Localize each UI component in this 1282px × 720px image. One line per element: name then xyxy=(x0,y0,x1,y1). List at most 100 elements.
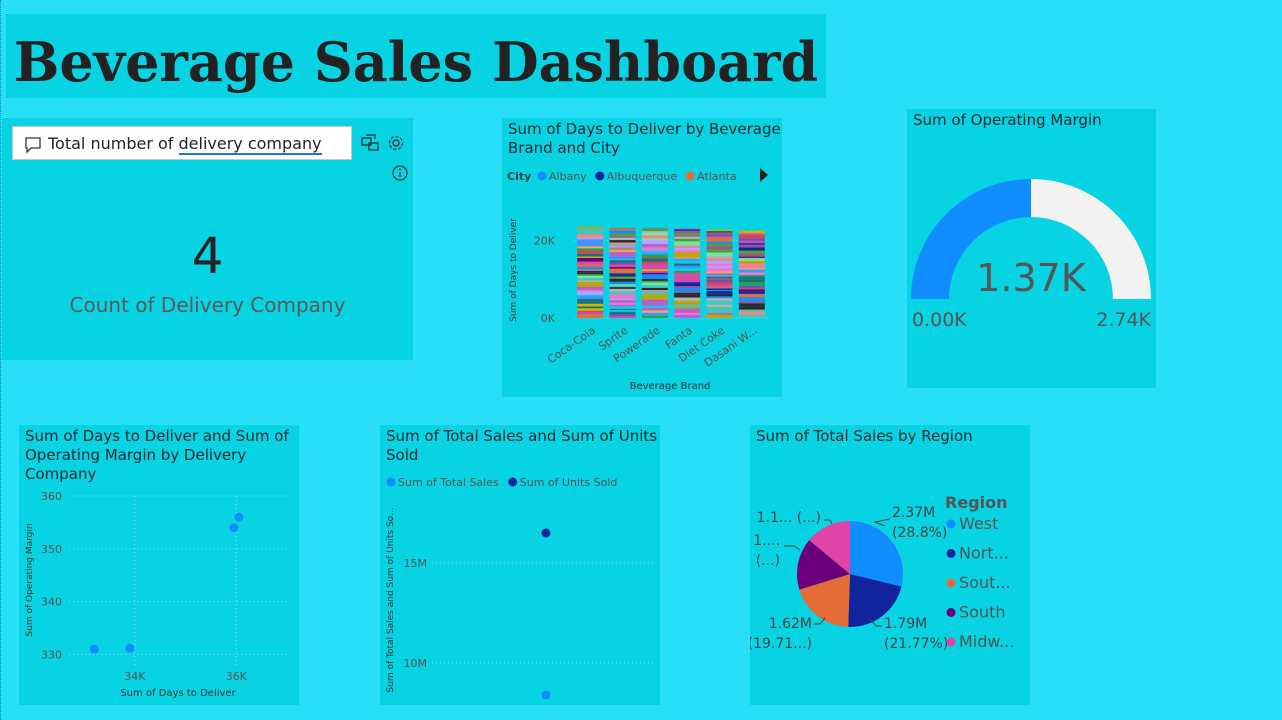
pie-tile[interactable]: Sum of Total Sales by Region 2.37M (28.8%… xyxy=(750,425,1030,705)
stacked-segment xyxy=(706,256,733,259)
stacked-segment xyxy=(706,288,733,290)
sales-units-tile[interactable]: Sum of Total Sales and Sum of Units Sold… xyxy=(380,425,660,705)
pie-data-label: (28.8%) xyxy=(892,525,947,541)
stacked-segment xyxy=(609,271,636,274)
stacked-segment xyxy=(674,255,701,258)
stacked-segment xyxy=(577,257,604,261)
stacked-segment xyxy=(738,268,765,270)
stacked-segment xyxy=(674,260,701,264)
stacked-segment xyxy=(641,249,668,251)
legend-next-arrow xyxy=(760,168,768,182)
stacked-segment xyxy=(706,254,733,257)
stacked-segment xyxy=(738,256,765,258)
gauge-tile[interactable]: Sum of Operating Margin 1.37K 0.00K 2.74K xyxy=(907,109,1156,388)
stacked-segment xyxy=(674,233,701,236)
stacked-segment xyxy=(706,281,733,283)
title-banner: Beverage Sales Dashboard xyxy=(6,14,826,98)
stacked-segment xyxy=(706,276,733,279)
stacked-segment xyxy=(577,306,604,309)
sales-ylabel: Sum of Total Sales and Sum of Units So..… xyxy=(386,507,396,692)
stacked-segment xyxy=(609,250,636,253)
stacked-bar xyxy=(641,227,668,318)
stacked-segment xyxy=(674,274,701,277)
scatter-tile[interactable]: Sum of Days to Deliver and Sum of Operat… xyxy=(19,425,299,705)
stacked-segment xyxy=(609,308,636,310)
stacked-segment xyxy=(706,229,733,231)
stacked-segment xyxy=(738,261,765,264)
stacked-segment xyxy=(609,291,636,295)
stacked-segment xyxy=(609,273,636,275)
qna-tile[interactable]: Total number of delivery company 4 Count… xyxy=(2,118,413,360)
stacked-ylabel: Sum of Days to Deliver xyxy=(509,218,519,322)
stacked-segment xyxy=(706,230,733,233)
stacked-segment xyxy=(577,261,604,265)
stacked-segment xyxy=(609,254,636,257)
stacked-segment xyxy=(641,269,668,272)
pie-legend-item: Nort... xyxy=(959,544,1009,563)
sales-units-svg: Sum of Total Sales Sum of Units Sold 10M 15… xyxy=(386,476,656,700)
stacked-segment xyxy=(577,253,604,257)
scatter-xtick: 36K xyxy=(226,670,248,683)
scatter-point xyxy=(229,523,239,533)
stacked-segment xyxy=(577,284,604,287)
stacked-segment xyxy=(641,252,668,255)
stacked-segment xyxy=(577,269,604,271)
stacked-chart-tile[interactable]: Sum of Days to Deliver by Beverage Brand… xyxy=(502,118,782,397)
stacked-segment xyxy=(738,247,765,251)
stacked-segment xyxy=(706,273,733,276)
stacked-segment xyxy=(609,267,636,269)
stacked-segment xyxy=(641,299,668,303)
stacked-segment xyxy=(641,294,668,297)
stacked-segment xyxy=(706,267,733,272)
stacked-segment xyxy=(641,244,668,248)
stacked-segment xyxy=(738,265,765,267)
stacked-segment xyxy=(674,304,701,307)
scatter-point xyxy=(125,643,135,653)
stacked-segment xyxy=(738,283,765,286)
stacked-segment xyxy=(577,314,604,316)
gauge-min-label: 0.00K xyxy=(912,309,967,331)
stacked-legend-item: Albany xyxy=(549,170,587,183)
stacked-segment xyxy=(641,238,668,240)
info-icon[interactable] xyxy=(391,164,409,182)
sales-ytick: 15M xyxy=(404,557,428,570)
stacked-segment xyxy=(641,312,668,316)
stacked-segment xyxy=(674,236,701,239)
stacked-segment xyxy=(641,272,668,275)
qna-input[interactable]: Total number of delivery company xyxy=(12,126,352,160)
stacked-segment xyxy=(674,294,701,298)
stacked-segment xyxy=(609,268,636,272)
sales-point xyxy=(541,528,551,538)
stacked-segment xyxy=(738,289,765,292)
stacked-segment xyxy=(577,272,604,275)
gauge-max-label: 2.74K xyxy=(1096,309,1151,331)
stacked-segment xyxy=(641,296,668,300)
stacked-segment xyxy=(609,244,636,246)
stacked-legend-title: City xyxy=(507,170,531,183)
sales-legend-item: Sum of Units Sold xyxy=(520,476,618,489)
stacked-segment xyxy=(738,276,765,280)
convert-visual-icon[interactable] xyxy=(360,133,380,153)
pie-legend-marker xyxy=(946,637,956,647)
pie-legend-marker xyxy=(946,519,956,529)
page-title: Beverage Sales Dashboard xyxy=(13,30,819,94)
stacked-xlabel: Beverage Brand xyxy=(630,381,711,392)
stacked-segment xyxy=(738,269,765,273)
stacked-segment xyxy=(738,235,765,239)
stacked-segment xyxy=(738,301,765,304)
stacked-segment xyxy=(641,302,668,306)
stacked-segment xyxy=(577,274,604,276)
stacked-segment xyxy=(674,238,701,242)
stacked-segment xyxy=(577,310,604,313)
stacked-segment xyxy=(609,248,636,251)
stacked-segment xyxy=(577,264,604,267)
stacked-segment xyxy=(706,258,733,261)
settings-icon[interactable] xyxy=(386,133,406,153)
stacked-segment xyxy=(609,302,636,305)
scatter-ytick: 340 xyxy=(41,596,62,609)
pie-legend-marker xyxy=(946,608,956,617)
stacked-segment xyxy=(641,263,668,267)
stacked-segment xyxy=(641,228,668,232)
sales-legend-item: Sum of Total Sales xyxy=(398,476,499,489)
stacked-segment xyxy=(609,240,636,243)
